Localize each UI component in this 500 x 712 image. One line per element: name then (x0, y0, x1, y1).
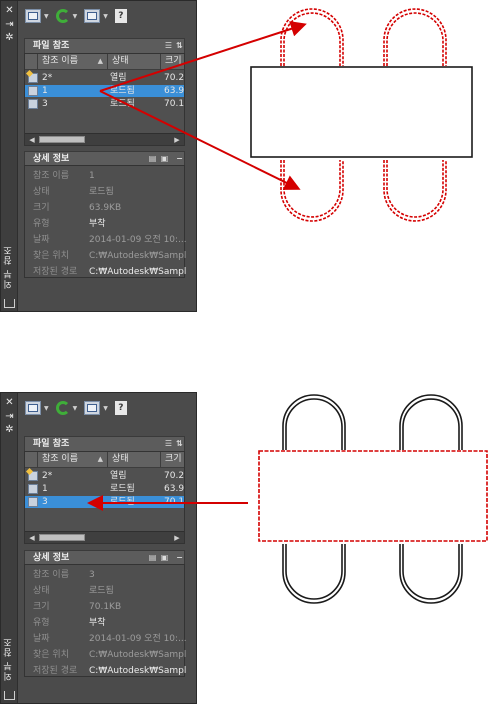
scene-2: ✕ ⇥ ✲ 외부 참조 ▼ ▼ ▼ ? 파일 참조 ☰ ⇅ 참조 이름 ▲ 상태… (0, 392, 500, 712)
callout-arrow-to-top-chairs (99, 21, 307, 92)
scene-1: ✕ ⇥ ✲ 외부 참조 ▼ ▼ ▼ ? 파일 참조 ☰ ⇅ 참조 이름 ▲ 상태… (0, 0, 500, 320)
callout-arrow-to-bottom-chairs (99, 90, 301, 190)
callout-arrows (87, 495, 248, 511)
callout-arrows (99, 21, 307, 190)
